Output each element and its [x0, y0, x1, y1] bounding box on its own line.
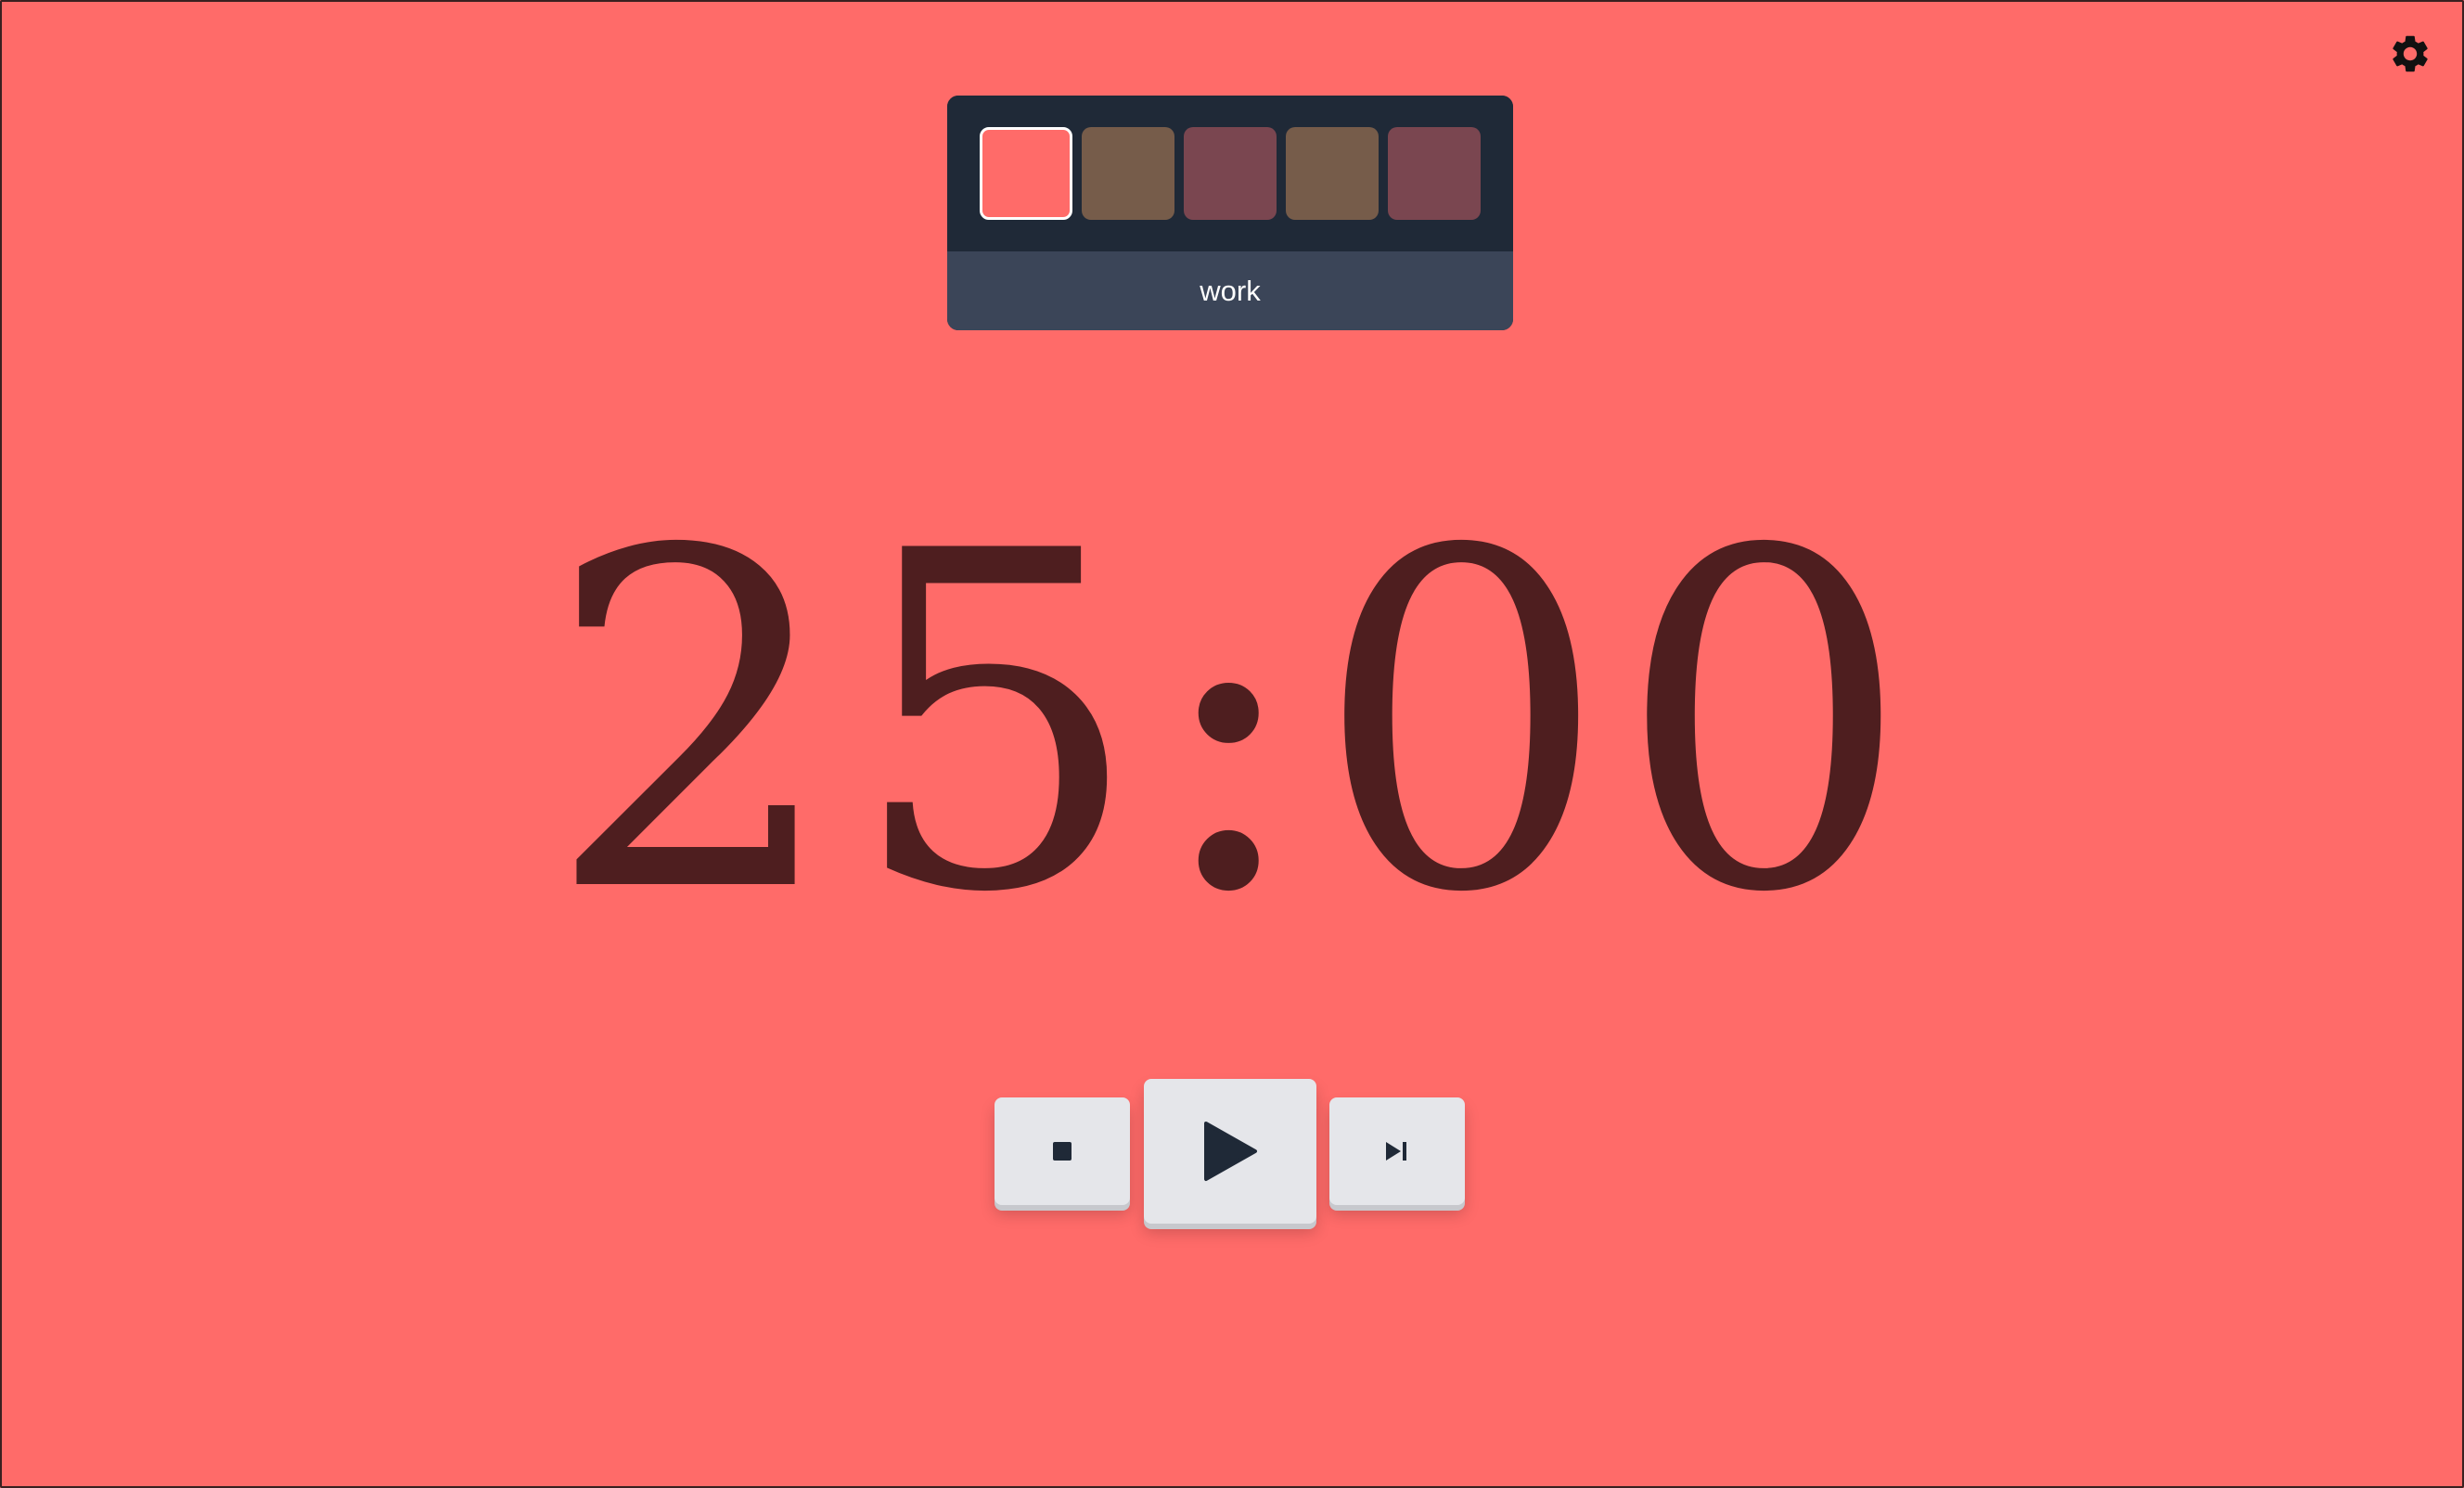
color-swatch[interactable]	[1286, 127, 1379, 220]
color-swatch-row	[947, 96, 1513, 251]
stop-icon	[1053, 1142, 1072, 1161]
color-swatch[interactable]	[1184, 127, 1277, 220]
skip-next-icon	[1386, 1142, 1406, 1161]
gear-icon	[2393, 35, 2428, 72]
session-selector: work	[947, 96, 1513, 330]
color-swatch[interactable]	[1082, 127, 1174, 220]
session-label: work	[947, 251, 1513, 330]
stop-button[interactable]	[995, 1097, 1130, 1205]
play-button[interactable]	[1144, 1079, 1316, 1224]
timer-display: 25:00	[545, 454, 1919, 994]
color-swatch[interactable]	[980, 127, 1072, 220]
settings-button[interactable]	[2388, 32, 2432, 76]
color-swatch[interactable]	[1388, 127, 1481, 220]
play-icon	[1204, 1122, 1257, 1181]
skip-button[interactable]	[1329, 1097, 1465, 1205]
